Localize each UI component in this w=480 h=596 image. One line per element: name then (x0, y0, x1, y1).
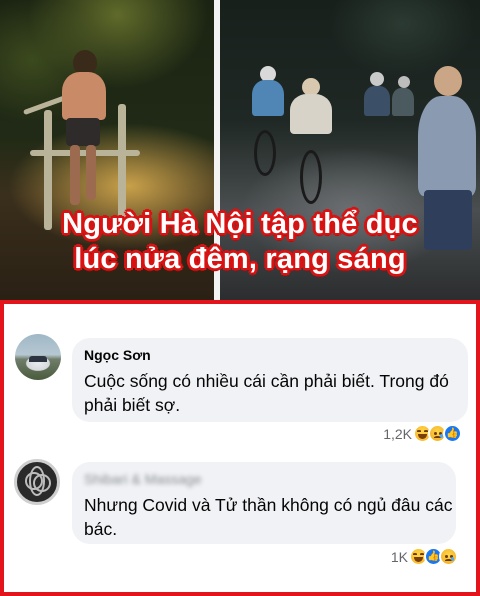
news-banner: Người Hà Nội tập thể dục lúc nửa đêm, rạ… (0, 0, 480, 300)
headline-line-2: lúc nửa đêm, rạng sáng (74, 243, 406, 275)
walker-head (434, 66, 462, 96)
person-shorts (66, 118, 100, 146)
person-leg (86, 145, 96, 200)
cyclist-torso (290, 94, 332, 134)
sad-icon (439, 547, 458, 566)
bicycle-wheel (300, 150, 322, 204)
rider-torso (392, 88, 414, 116)
walker-torso (418, 96, 476, 196)
rider-head (398, 76, 410, 88)
person-leg (70, 145, 80, 205)
avatar[interactable] (14, 459, 60, 505)
rope-knot-icon (29, 466, 45, 496)
comment-author[interactable]: Ngọc Sơn (84, 347, 151, 363)
comments-panel: Ngọc Sơn Cuộc sống có nhiều cái cần phải… (0, 300, 480, 596)
person-torso (62, 72, 106, 120)
rider-torso (364, 86, 390, 116)
avatar[interactable] (15, 334, 61, 380)
reaction-count: 1,2K (383, 425, 412, 442)
reaction-summary[interactable]: 1,2K 👍 (383, 424, 462, 443)
machine-rail (30, 150, 140, 156)
like-icon: 👍 (443, 424, 462, 443)
car-icon (29, 356, 47, 362)
reaction-summary[interactable]: 1K 👍 (391, 547, 458, 566)
bicycle-wheel (254, 130, 276, 176)
rider-head (370, 72, 384, 86)
headline-line-1: Người Hà Nội tập thể dục (62, 208, 418, 240)
comment-text: Nhưng Covid và Tử thần không có ngủ đâu … (84, 495, 453, 539)
reaction-count: 1K (390, 548, 408, 565)
comment-text: Cuộc sống có nhiều cái cần phải biết. Tr… (84, 371, 449, 415)
comment-author[interactable]: Shibari & Massage (84, 471, 202, 487)
comment-bubble: Shibari & Massage Nhưng Covid và Tử thần… (72, 462, 456, 544)
cyclist-torso (252, 80, 284, 116)
comment-bubble: Ngọc Sơn Cuộc sống có nhiều cái cần phải… (72, 338, 468, 422)
